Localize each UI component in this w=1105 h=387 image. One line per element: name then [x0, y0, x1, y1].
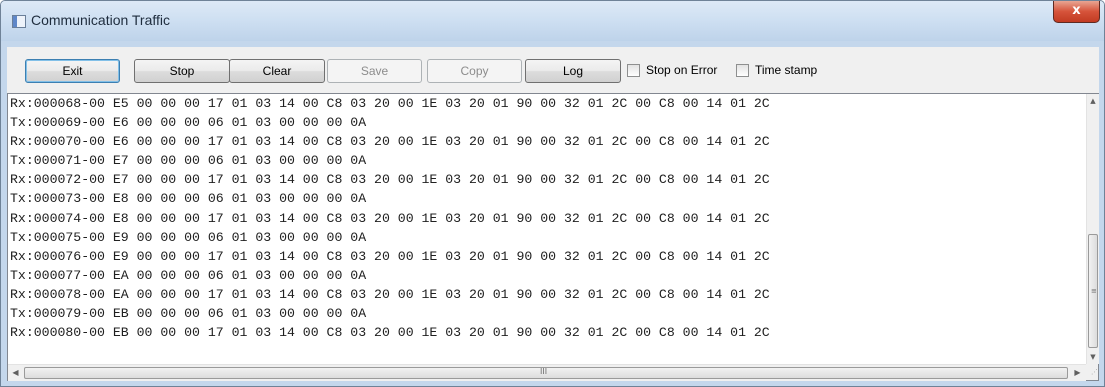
traffic-log[interactable]: Rx:000068-00 E5 00 00 00 17 01 03 14 00 …	[7, 93, 1099, 381]
log-line: Tx:000069-00 E6 00 00 00 06 01 03 00 00 …	[10, 115, 367, 131]
communication-traffic-window: Communication Traffic x Exit Stop Clear …	[0, 0, 1105, 387]
log-line: Rx:000076-00 E9 00 00 00 17 01 03 14 00 …	[10, 248, 770, 264]
scroll-up-arrow-icon[interactable]: ▲	[1087, 94, 1099, 108]
save-button[interactable]: Save	[327, 59, 422, 83]
copy-button[interactable]: Copy	[427, 59, 522, 83]
log-line: Rx:000072-00 E7 00 00 00 17 01 03 14 00 …	[10, 172, 770, 188]
horizontal-scrollbar[interactable]: ◀ III ▶	[8, 364, 1086, 381]
grip-icon: ≡	[1091, 287, 1097, 295]
exit-button[interactable]: Exit	[25, 59, 120, 83]
grip-icon: III	[540, 367, 548, 376]
client-area: Exit Stop Clear Save Copy Log Stop on Er…	[7, 47, 1099, 381]
vertical-scroll-thumb[interactable]: ≡	[1088, 234, 1098, 348]
log-line: Tx:000073-00 E8 00 00 00 06 01 03 00 00 …	[10, 191, 367, 207]
log-line: Tx:000077-00 EA 00 00 00 06 01 03 00 00 …	[10, 267, 367, 283]
close-icon: x	[1072, 3, 1081, 18]
time-stamp-checkbox[interactable]	[736, 64, 749, 77]
scroll-left-arrow-icon[interactable]: ◀	[8, 365, 23, 381]
log-line: Rx:000070-00 E6 00 00 00 17 01 03 14 00 …	[10, 134, 770, 150]
log-line: Tx:000079-00 EB 00 00 00 06 01 03 00 00 …	[10, 306, 367, 322]
log-line: Rx:000078-00 EA 00 00 00 17 01 03 14 00 …	[10, 286, 770, 302]
log-line: Rx:000068-00 E5 00 00 00 17 01 03 14 00 …	[10, 96, 770, 111]
log-line: Rx:000074-00 E8 00 00 00 17 01 03 14 00 …	[10, 210, 770, 226]
horizontal-scroll-thumb[interactable]: III	[24, 367, 1068, 379]
size-grip-icon: ⋰	[1086, 364, 1098, 380]
scroll-down-arrow-icon[interactable]: ▼	[1087, 350, 1099, 364]
scroll-right-arrow-icon[interactable]: ▶	[1070, 365, 1085, 381]
stop-on-error-checkbox[interactable]	[627, 64, 640, 77]
close-button[interactable]: x	[1053, 1, 1100, 23]
log-line: Tx:000075-00 E9 00 00 00 06 01 03 00 00 …	[10, 229, 367, 245]
stop-button[interactable]: Stop	[134, 59, 230, 83]
clear-button[interactable]: Clear	[229, 59, 325, 83]
log-button[interactable]: Log	[525, 59, 621, 83]
log-line: Tx:000071-00 E7 00 00 00 06 01 03 00 00 …	[10, 153, 367, 169]
window-title: Communication Traffic	[31, 12, 171, 28]
log-lines[interactable]: Rx:000068-00 E5 00 00 00 17 01 03 14 00 …	[10, 94, 1085, 364]
app-window-icon	[12, 15, 26, 28]
vertical-scrollbar[interactable]: ▲ ≡ ▼	[1086, 94, 1099, 364]
toolbar: Exit Stop Clear Save Copy Log Stop on Er…	[7, 47, 1099, 92]
title-bar[interactable]: Communication Traffic x	[1, 1, 1104, 41]
log-line: Rx:000080-00 EB 00 00 00 17 01 03 14 00 …	[10, 325, 770, 341]
stop-on-error-label[interactable]: Stop on Error	[646, 63, 717, 77]
time-stamp-label[interactable]: Time stamp	[755, 63, 817, 77]
